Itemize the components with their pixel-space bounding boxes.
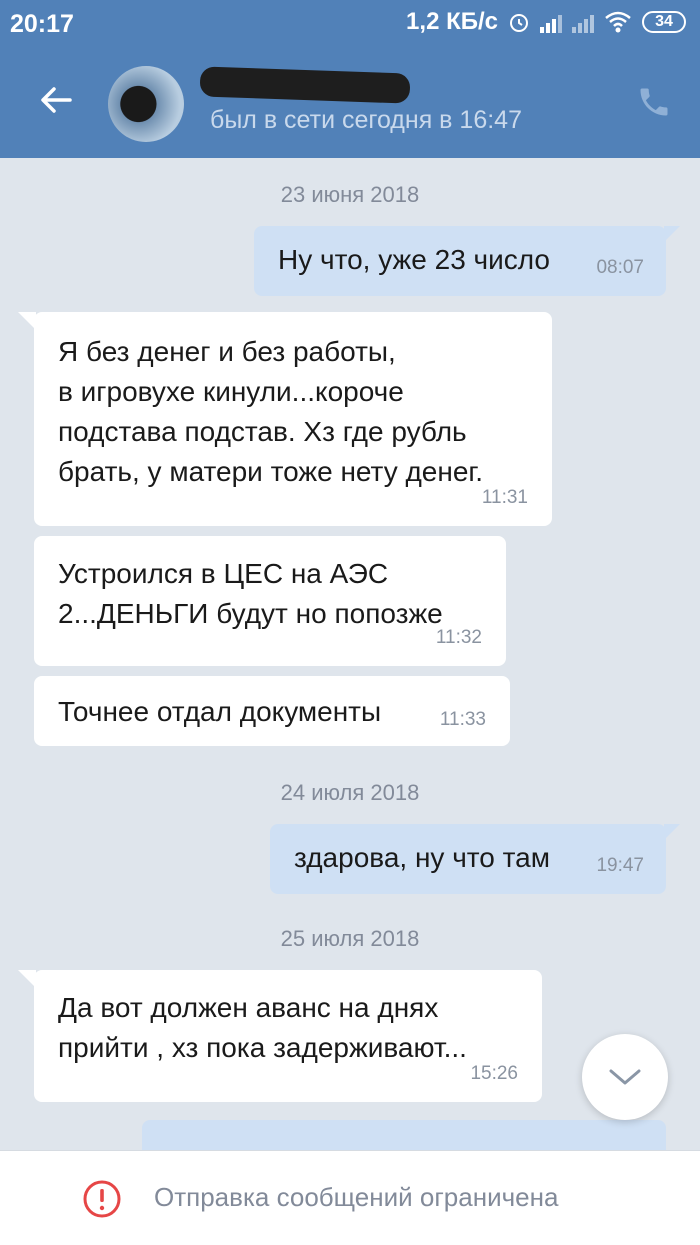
message-time: 19:47 bbox=[596, 855, 644, 876]
message-time: 11:32 bbox=[435, 627, 482, 648]
message-time: 11:33 bbox=[439, 709, 486, 730]
restriction-message: Отправка сообщений ограничена bbox=[154, 1182, 559, 1212]
back-arrow-icon[interactable] bbox=[36, 80, 76, 120]
app-bar: 20:17 1,2 КБ/с 34 был в сети сегодня в 1… bbox=[0, 0, 700, 158]
outgoing-message-partial[interactable] bbox=[142, 1120, 666, 1150]
incoming-message[interactable]: Да вот должен аванс на днях прийти , хз … bbox=[18, 970, 542, 1102]
outgoing-message[interactable]: здарова, ну что там 19:47 bbox=[270, 824, 680, 894]
message-list[interactable]: 23 июня 2018 Ну что, уже 23 число 08:07 … bbox=[0, 158, 700, 1150]
message-text: Я без денег и без работы, в игровухе кин… bbox=[58, 336, 483, 487]
battery-icon: 34 bbox=[642, 11, 686, 33]
alarm-icon bbox=[510, 14, 528, 32]
message-text: Устроился в ЦЕС на АЭС 2...ДЕНЬГИ будут … bbox=[58, 558, 443, 629]
status-indicators: 1,2 КБ/с 34 bbox=[406, 8, 686, 36]
date-separator: 25 июля 2018 bbox=[280, 926, 420, 951]
message-text: Ну что, уже 23 число bbox=[278, 244, 551, 275]
wifi-icon bbox=[605, 11, 631, 33]
incoming-message[interactable]: Устроился в ЦЕС на АЭС 2...ДЕНЬГИ будут … bbox=[34, 536, 506, 666]
message-text: здарова, ну что там bbox=[294, 842, 550, 873]
phone-icon[interactable] bbox=[636, 84, 672, 120]
message-text: Точнее отдал документы bbox=[58, 696, 382, 727]
chevron-down-icon bbox=[609, 1069, 641, 1085]
contact-name-redacted[interactable] bbox=[199, 66, 411, 104]
message-time: 15:26 bbox=[470, 1063, 518, 1084]
scroll-down-button[interactable] bbox=[582, 1034, 668, 1120]
outgoing-message[interactable]: Ну что, уже 23 число 08:07 bbox=[254, 226, 680, 296]
last-seen-status: был в сети сегодня в 16:47 bbox=[210, 106, 522, 134]
message-time: 08:07 bbox=[596, 257, 644, 278]
incoming-message[interactable]: Точнее отдал документы 11:33 bbox=[34, 676, 510, 746]
date-separator: 24 июля 2018 bbox=[280, 780, 420, 805]
incoming-message[interactable]: Я без денег и без работы, в игровухе кин… bbox=[18, 312, 552, 526]
signal-icon bbox=[540, 11, 562, 33]
messaging-restricted-bar: Отправка сообщений ограничена bbox=[0, 1150, 700, 1245]
status-bar: 20:17 1,2 КБ/с 34 bbox=[0, 0, 700, 48]
avatar[interactable] bbox=[108, 66, 184, 142]
message-time: 11:31 bbox=[481, 487, 528, 508]
date-separator: 23 июня 2018 bbox=[280, 182, 420, 207]
message-text: Да вот должен аванс на днях прийти , хз … bbox=[58, 992, 467, 1063]
network-speed: 1,2 КБ/с bbox=[406, 8, 498, 35]
signal-2-icon bbox=[572, 11, 594, 33]
status-time: 20:17 bbox=[10, 10, 74, 38]
warning-icon bbox=[83, 1180, 121, 1218]
